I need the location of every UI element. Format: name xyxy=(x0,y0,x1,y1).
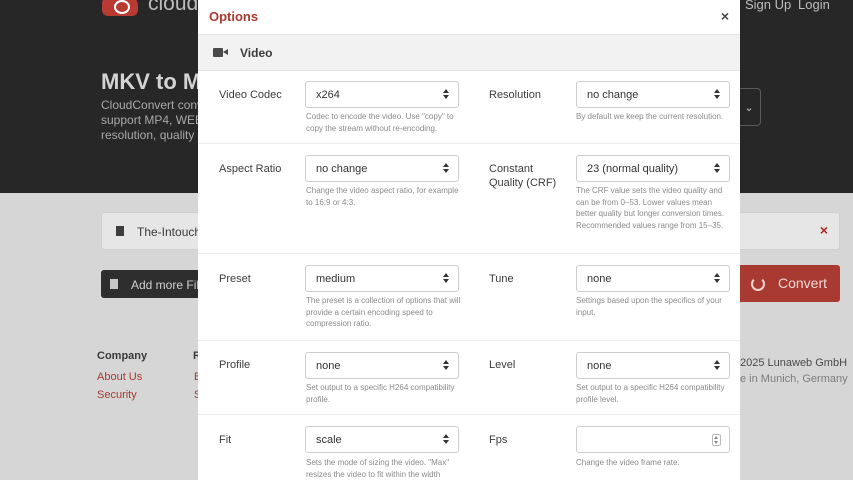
tune-help: Settings based upon the specifics of you… xyxy=(576,296,722,317)
fps-help: Change the video frame rate. xyxy=(576,458,680,467)
aspect-ratio-help: Change the video aspect ratio, for examp… xyxy=(306,186,459,207)
crf-label: Constant Quality (CRF) xyxy=(489,163,557,189)
row-divider xyxy=(198,414,740,415)
modal-title: Options xyxy=(209,9,259,24)
crf-help: The CRF value sets the video quality and… xyxy=(576,186,725,230)
fit-value: scale xyxy=(316,434,342,446)
preset-select[interactable]: medium xyxy=(305,265,459,292)
select-caret-icon xyxy=(443,89,449,100)
preset-help: The preset is a collection of options th… xyxy=(306,296,461,328)
select-caret-icon xyxy=(714,163,720,174)
select-caret-icon xyxy=(714,89,720,100)
select-caret-icon xyxy=(714,360,720,371)
aspect-ratio-select[interactable]: no change xyxy=(305,155,459,182)
profile-label: Profile xyxy=(219,359,251,371)
row-divider xyxy=(198,253,740,254)
resolution-label: Resolution xyxy=(489,89,541,101)
aspect-ratio-value: no change xyxy=(316,163,368,175)
resolution-select[interactable]: no change xyxy=(576,81,730,108)
select-caret-icon xyxy=(443,273,449,284)
section-title: Video xyxy=(240,46,273,60)
tune-value: none xyxy=(587,273,612,285)
number-spinner-icon[interactable] xyxy=(712,434,721,446)
preset-label: Preset xyxy=(219,273,251,285)
profile-select[interactable]: none xyxy=(305,352,459,379)
crf-select[interactable]: 23 (normal quality) xyxy=(576,155,730,182)
select-caret-icon xyxy=(714,273,720,284)
level-label: Level xyxy=(489,359,516,371)
resolution-value: no change xyxy=(587,89,639,101)
tune-label: Tune xyxy=(489,273,514,285)
aspect-ratio-label: Aspect Ratio xyxy=(219,163,282,175)
fps-label: Fps xyxy=(489,434,508,446)
profile-help: Set output to a specific H264 compatibil… xyxy=(306,383,455,404)
video-codec-label: Video Codec xyxy=(219,89,282,101)
select-caret-icon xyxy=(443,163,449,174)
row-divider xyxy=(198,340,740,341)
profile-value: none xyxy=(316,360,341,372)
select-caret-icon xyxy=(443,434,449,445)
select-caret-icon xyxy=(443,360,449,371)
level-select[interactable]: none xyxy=(576,352,730,379)
fit-help: Sets the mode of sizing the video. "Max"… xyxy=(306,458,450,479)
level-value: none xyxy=(587,360,612,372)
resolution-help: By default we keep the current resolutio… xyxy=(576,112,724,121)
preset-value: medium xyxy=(316,273,356,285)
close-icon[interactable]: × xyxy=(721,8,729,24)
modal-header: Options × xyxy=(198,0,740,35)
tune-select[interactable]: none xyxy=(576,265,730,292)
fit-label: Fit xyxy=(219,434,232,446)
crf-value: 23 (normal quality) xyxy=(587,163,679,175)
video-codec-help: Codec to encode the video. Use "copy" to… xyxy=(306,112,454,133)
fps-input[interactable] xyxy=(576,426,730,453)
level-help: Set output to a specific H264 compatibil… xyxy=(576,383,725,404)
fit-select[interactable]: scale xyxy=(305,426,459,453)
video-codec-select[interactable]: x264 xyxy=(305,81,459,108)
options-modal: Options × Video Video Codec x264 Codec t… xyxy=(198,0,740,480)
row-divider xyxy=(198,143,740,144)
video-section-header: Video xyxy=(198,35,740,71)
video-camera-icon xyxy=(213,48,228,57)
video-codec-value: x264 xyxy=(316,89,340,101)
